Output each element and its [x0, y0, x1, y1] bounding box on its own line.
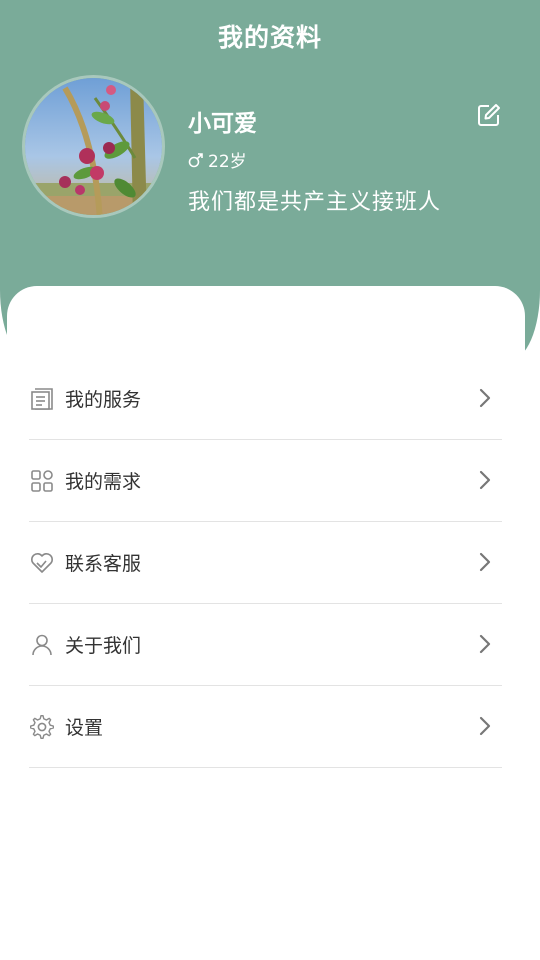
menu-item-my-services[interactable]: 我的服务: [29, 358, 502, 440]
chevron-right-icon: [479, 470, 491, 490]
menu-item-settings[interactable]: 设置: [29, 686, 502, 768]
chevron-right-icon: [479, 634, 491, 654]
menu-item-label: 我的需求: [65, 471, 142, 493]
profile-name: 小可爱: [188, 111, 257, 137]
user-icon: [29, 632, 55, 658]
gender-age-row: 22岁: [188, 147, 247, 172]
chevron-right-icon: [479, 388, 491, 408]
menu-item-label: 联系客服: [65, 553, 142, 575]
chevron-right-icon: [479, 716, 491, 736]
page-title: 我的资料: [217, 23, 322, 52]
menu-item-label: 关于我们: [65, 635, 142, 657]
avatar-image: [25, 78, 162, 215]
gear-icon: [29, 714, 55, 740]
edit-profile-button[interactable]: [476, 102, 502, 128]
menu-list: 我的服务 我的需求 联系客服 关于我们 设置: [29, 358, 502, 768]
menu-item-contact-support[interactable]: 联系客服: [29, 522, 502, 604]
profile-age: 22岁: [208, 152, 247, 172]
edit-icon: [478, 104, 500, 126]
menu-item-my-needs[interactable]: 我的需求: [29, 440, 502, 522]
menu-item-label: 设置: [65, 717, 104, 739]
menu-item-about-us[interactable]: 关于我们: [29, 604, 502, 686]
grid-icon: [29, 468, 55, 494]
menu-item-label: 我的服务: [65, 389, 142, 411]
document-list-icon: [29, 386, 55, 412]
profile-signature: 我们都是共产主义接班人: [188, 190, 442, 215]
avatar[interactable]: [22, 75, 165, 218]
heart-handshake-icon: [29, 550, 55, 576]
menu-card: 我的服务 我的需求 联系客服 关于我们 设置: [7, 286, 525, 960]
chevron-right-icon: [479, 552, 491, 572]
male-icon: [188, 152, 203, 167]
